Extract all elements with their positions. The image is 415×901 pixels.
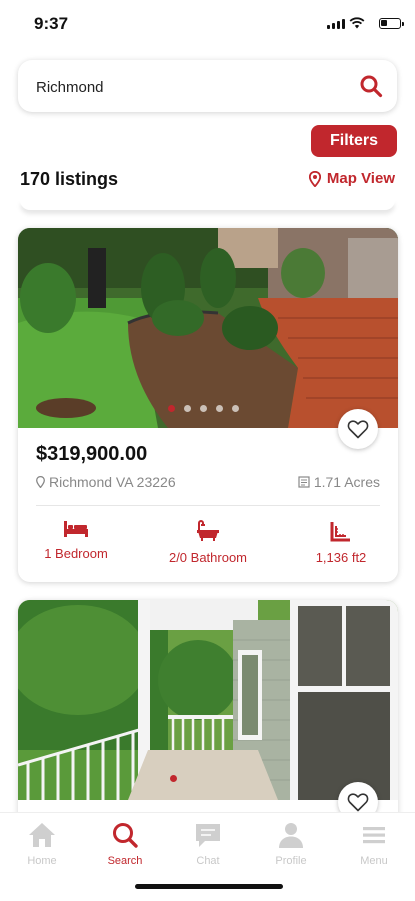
filters-button[interactable]: Filters: [311, 125, 397, 157]
status-time: 9:37: [34, 14, 69, 33]
bed-icon: [64, 521, 88, 537]
listing-card[interactable]: $319,900.00 Richmond VA 23226 1.71 Acres…: [18, 228, 398, 582]
bedroom-label: 1 Bedroom: [44, 546, 108, 561]
search-input[interactable]: [34, 73, 338, 101]
tab-label: Search: [107, 855, 143, 867]
tab-search[interactable]: Search: [90, 821, 160, 867]
search-icon: [113, 823, 138, 848]
tab-label: Chat: [196, 855, 220, 867]
pagination-dot: [232, 405, 239, 412]
area-feature: 1,136 ft2: [286, 520, 396, 565]
porch-photo: [18, 600, 398, 800]
area-label: 1,136 ft2: [315, 550, 367, 565]
pagination-dot: [216, 405, 223, 412]
listing-location: Richmond VA 23226: [36, 474, 176, 490]
tab-chat[interactable]: Chat: [173, 821, 243, 867]
status-bar: 9:37: [0, 0, 415, 48]
listing-lot-size: 1.71 Acres: [298, 474, 380, 490]
search-bar: [18, 60, 397, 112]
pagination-dot: [170, 775, 177, 782]
square-footage-icon: [330, 522, 350, 542]
wifi-icon: [349, 17, 365, 29]
garden-photo: [18, 228, 398, 428]
listing-price: $319,900.00: [36, 443, 148, 465]
bedroom-feature: 1 Bedroom: [18, 520, 136, 561]
heart-icon: [347, 793, 369, 812]
tab-home[interactable]: Home: [7, 821, 77, 867]
photo-pagination: [170, 775, 177, 782]
tab-label: Home: [27, 855, 57, 867]
lot-size-icon: [298, 476, 310, 488]
card-divider: [36, 505, 380, 506]
tab-menu[interactable]: Menu: [339, 821, 409, 867]
profile-icon: [279, 823, 303, 848]
menu-icon: [363, 827, 385, 844]
listing-photo[interactable]: [18, 228, 398, 428]
map-pin-icon: [308, 170, 321, 187]
tab-label: Menu: [360, 855, 388, 867]
tab-label: Profile: [275, 855, 307, 867]
favorite-button[interactable]: [338, 409, 378, 449]
bathroom-feature: 2/0 Bathroom: [148, 520, 268, 565]
pagination-dot: [168, 405, 175, 412]
heart-icon: [347, 420, 369, 439]
home-indicator: [135, 884, 283, 889]
map-view-label: Map View: [326, 170, 395, 187]
location-pin-icon: [36, 476, 45, 488]
listing-count: 170 listings: [20, 169, 119, 189]
map-view-link[interactable]: Map View: [308, 170, 395, 187]
home-icon: [29, 823, 55, 847]
bathroom-label: 2/0 Bathroom: [168, 550, 248, 565]
cellular-signal-icon: [327, 19, 345, 29]
battery-icon: [379, 18, 404, 29]
pagination-dot: [200, 405, 207, 412]
photo-pagination: [168, 405, 239, 412]
listing-location-text: Richmond VA 23226: [49, 474, 176, 490]
tab-profile[interactable]: Profile: [256, 821, 326, 867]
pagination-dot: [184, 405, 191, 412]
bathtub-icon: [197, 520, 219, 541]
search-icon[interactable]: [359, 74, 383, 98]
header-divider: [20, 200, 395, 210]
chat-icon: [196, 824, 220, 847]
lot-size-text: 1.71 Acres: [313, 474, 380, 490]
listing-photo[interactable]: [18, 600, 398, 800]
